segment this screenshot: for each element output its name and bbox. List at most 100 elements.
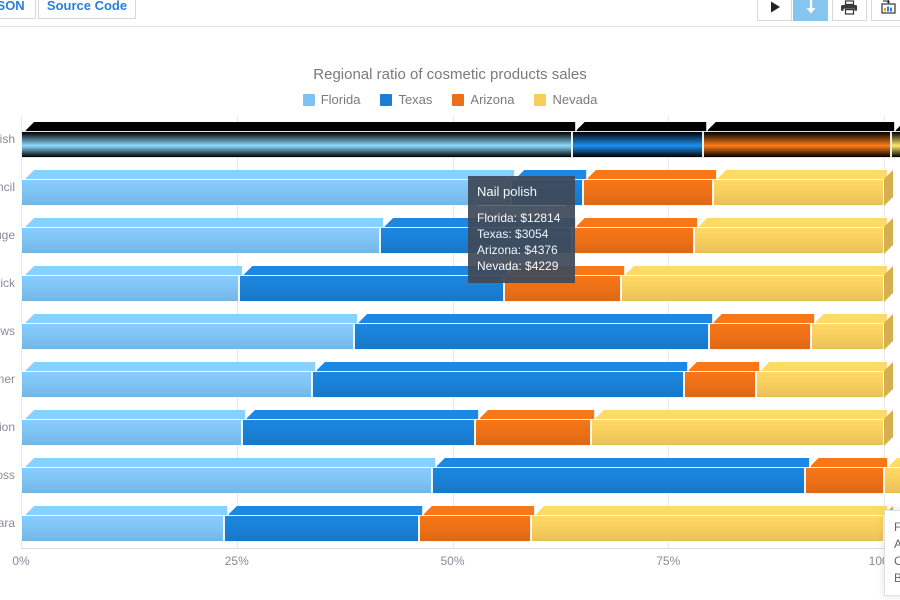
bar-segment-florida[interactable] [21,131,572,158]
bar-segment-arizona[interactable] [805,467,884,494]
chart-container: Regional ratio of cosmetic products sale… [0,28,900,600]
bar-row[interactable] [21,410,893,446]
bar-segment-nevada[interactable] [590,419,884,446]
tooltip-title: Nail polish [477,184,537,199]
bar-segment-arizona[interactable] [702,131,891,158]
play-icon [770,1,780,13]
bar-segment-texas[interactable] [239,275,505,302]
bar-segment-top-face [25,266,244,275]
bar-segment-texas[interactable] [311,371,684,398]
bar-row[interactable] [21,458,900,494]
chart-title: Regional ratio of cosmetic products sale… [313,66,587,83]
y-axis-label: Lip gloss [0,468,15,482]
download-arrow-icon [806,0,815,14]
bar-segment-arizona[interactable] [683,371,757,398]
bar-segment-texas[interactable] [241,419,475,446]
x-axis-tick: 50% [440,554,465,568]
secondary-tooltip-row-4: B [894,571,900,585]
bar-segment-arizona[interactable] [418,515,532,542]
plot-area[interactable] [21,116,900,548]
legend-label: Nevada [552,92,598,107]
bar-segment-top-face [25,506,228,515]
bar-row[interactable] [21,362,893,398]
bar-segment-florida[interactable] [21,179,512,206]
tab-json[interactable]: JSON [0,0,36,19]
legend-label: Arizona [470,92,515,107]
printer-icon [841,0,858,15]
legend-swatch-icon [380,93,393,106]
legend-swatch-icon [452,93,465,106]
bar-segment-arizona[interactable] [582,179,714,206]
bar-segment-florida[interactable] [21,227,380,254]
bar-segment-nevada[interactable] [531,515,884,542]
tab-source-code-label: Source Code [46,0,128,13]
bar-segment-top-face [245,410,479,419]
bar-row[interactable] [21,506,893,542]
bar-segment-top-face [698,218,889,227]
bar-segment-florida[interactable] [21,515,224,542]
legend-swatch-icon [302,93,315,106]
bar-segment-top-face [760,362,889,371]
x-axis-tick: 25% [224,554,249,568]
legend-item-florida[interactable]: Florida [302,92,361,107]
x-axis-line [21,548,893,549]
tooltip-row-arizona: Arizona: $4376 [477,243,558,257]
bar-segment-nevada[interactable] [884,467,900,494]
bar-segment-texas[interactable] [223,515,419,542]
bar-row[interactable] [21,218,893,254]
legend-item-nevada[interactable]: Nevada [534,92,597,107]
tooltip-row-texas: Texas: $3054 [477,227,549,241]
bar-segment-top-face [712,314,815,323]
tooltip-separator [477,205,566,206]
bar-segment-top-face [594,410,889,419]
secondary-tooltip-row-2: A [894,537,900,551]
bar-segment-florida[interactable] [21,323,355,350]
bar-segment-top-face [814,314,889,323]
bar-segment-top-face [358,314,713,323]
bar-rows [21,116,900,548]
x-axis: 0%25%50%75%100% [12,548,899,578]
bar-segment-texas[interactable] [431,467,806,494]
legend-item-arizona[interactable]: Arizona [452,92,514,107]
bar-segment-top-face [25,122,576,131]
bar-segment-florida[interactable] [21,371,312,398]
bar-row[interactable] [21,266,893,302]
bar-segment-top-face [25,362,316,371]
bar-segment-nevada[interactable] [620,275,884,302]
export-chart-button[interactable] [871,0,900,21]
play-button[interactable] [757,0,792,21]
bar-segment-florida[interactable] [21,275,240,302]
bar-segment-florida[interactable] [21,419,242,446]
bar-segment-top-face [535,506,889,515]
bar-segment-florida[interactable] [21,467,432,494]
bar-segment-nevada[interactable] [694,227,884,254]
legend-label: Texas [398,92,433,107]
bar-segment-arizona[interactable] [708,323,811,350]
bar-segment-top-face [435,458,810,467]
bar-row[interactable] [21,122,900,158]
tab-source-code[interactable]: Source Code [38,0,136,19]
bar-segment-nevada[interactable] [810,323,884,350]
bar-segment-top-face [809,458,889,467]
bar-segment-arizona[interactable] [571,227,695,254]
bar-segment-top-face [25,410,246,419]
y-axis-label: Eyeshadows [0,324,15,338]
bar-segment-texas[interactable] [354,323,709,350]
download-button[interactable] [793,0,828,21]
y-axis-label: Eyebrow pencil [0,180,15,194]
legend-item-texas[interactable]: Texas [380,92,432,107]
bar-row[interactable] [21,314,893,350]
bar-segment-nevada[interactable] [756,371,884,398]
bar-row[interactable] [21,170,893,206]
legend-swatch-icon [534,93,547,106]
bar-segment-arizona[interactable] [474,419,591,446]
bar-segment-top-face [575,122,707,131]
bar-segment-texas[interactable] [571,131,703,158]
y-axis-labels: Nail polish Eyebrow pencil Rouge Lipstick Ey… [0,116,15,548]
bar-segment-nevada[interactable] [890,131,900,158]
legend-label: Florida [320,92,361,107]
bar-segment-nevada[interactable] [713,179,884,206]
bar-segment-top-face [25,458,436,467]
print-button[interactable] [832,0,867,21]
top-toolbar: JSON Source Code [0,0,900,27]
